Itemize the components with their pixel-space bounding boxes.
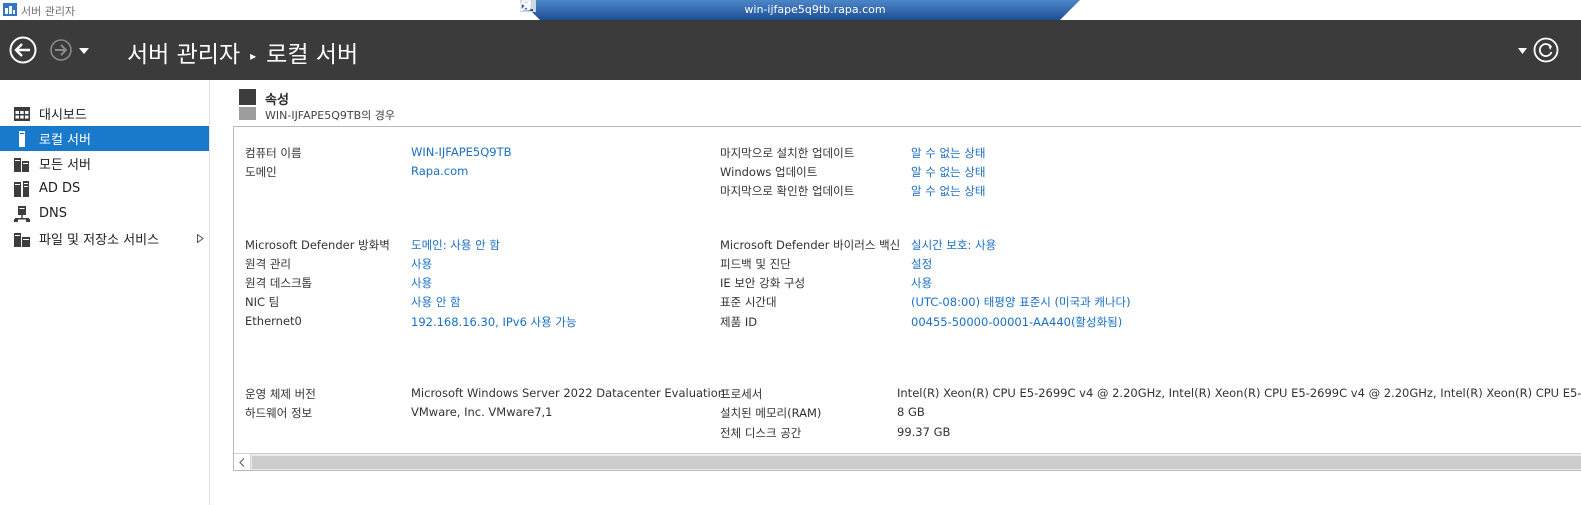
installed-memory-label: 설치된 메모리(RAM)	[720, 406, 822, 420]
installed-memory-value: 8 GB	[897, 405, 925, 419]
os-version-label: 운영 체제 버전	[245, 387, 316, 401]
os-version-value: Microsoft Windows Server 2022 Datacenter…	[411, 386, 726, 400]
back-arrow-icon[interactable]	[9, 36, 37, 64]
chevron-right-icon[interactable]	[197, 234, 204, 243]
sidebar-item-label: 로컬 서버	[39, 133, 91, 148]
firewall-label: Microsoft Defender 방화벽	[245, 238, 390, 252]
local-server-icon	[19, 130, 25, 147]
remote-host-name: win-ijfape5q9tb.rapa.com	[744, 3, 886, 16]
breadcrumb: 서버 관리자 ▸ 로컬 서버	[127, 35, 358, 69]
total-disk-value: 99.37 GB	[897, 425, 951, 439]
domain-label: 도메인	[245, 165, 277, 179]
sidebar-item-ad-ds[interactable]: AD DS	[0, 176, 209, 201]
remote-management-label: 원격 관리	[245, 257, 291, 271]
antivirus-link[interactable]: 실시간 보호: 사용	[911, 237, 996, 253]
scroll-left-button[interactable]	[234, 454, 251, 470]
breadcrumb-current: 로컬 서버	[266, 42, 359, 68]
computer-name-label: 컴퓨터 이름	[245, 146, 302, 160]
horizontal-scrollbar[interactable]	[234, 453, 1581, 470]
nic-team-link[interactable]: 사용 안 함	[411, 294, 461, 310]
sidebar-item-label: 모든 서버	[39, 158, 91, 173]
remote-desktop-link[interactable]: 사용	[411, 275, 432, 291]
last-installed-update-link[interactable]: 알 수 없는 상태	[911, 145, 985, 161]
firewall-link[interactable]: 도메인: 사용 안 함	[411, 237, 500, 253]
last-installed-update-label: 마지막으로 설치한 업데이트	[720, 146, 855, 160]
timezone-link[interactable]: (UTC-08:00) 태평양 표준시 (미국과 캐나다)	[911, 294, 1131, 310]
ie-esc-link[interactable]: 사용	[911, 275, 932, 291]
sidebar-item-label: 대시보드	[39, 108, 87, 123]
breadcrumb-separator-icon: ▸	[250, 48, 257, 63]
sidebar-item-label: 파일 및 저장소 서비스	[39, 233, 160, 248]
chevron-down-icon[interactable]	[79, 48, 89, 54]
nic-team-label: NIC 팀	[245, 295, 280, 309]
remote-desktop-label: 원격 데스크톱	[245, 276, 313, 290]
dashboard-icon	[14, 106, 30, 121]
section-subtitle: WIN-IJFAPE5Q9TB의 경우	[265, 109, 396, 122]
last-checked-update-link[interactable]: 알 수 없는 상태	[911, 183, 985, 199]
windows-update-label: Windows 업데이트	[720, 165, 818, 179]
ethernet-label: Ethernet0	[245, 314, 302, 328]
refresh-icon[interactable]	[1533, 37, 1559, 63]
antivirus-label: Microsoft Defender 바이러스 백신	[720, 238, 901, 252]
app-title: 서버 관리자	[21, 5, 76, 18]
domain-link[interactable]: Rapa.com	[411, 164, 468, 178]
sidebar-item-label: AD DS	[39, 181, 81, 196]
sidebar-item-dns[interactable]: DNS	[0, 201, 209, 226]
processor-value: Intel(R) Xeon(R) CPU E5-2699C v4 @ 2.20G…	[897, 386, 1581, 400]
server-manager-header: 서버 관리자 ▸ 로컬 서버	[0, 20, 1581, 80]
remote-management-link[interactable]: 사용	[411, 256, 432, 272]
ad-ds-icon	[14, 180, 29, 197]
last-checked-update-label: 마지막으로 확인한 업데이트	[720, 184, 855, 198]
properties-panel: 컴퓨터 이름 WIN-IJFAPE5Q9TB 도메인 Rapa.com 마지막으…	[233, 126, 1581, 471]
file-storage-icon	[14, 232, 30, 247]
properties-icon	[239, 89, 256, 120]
sidebar-item-all-servers[interactable]: 모든 서버	[0, 151, 209, 176]
product-id-label: 제품 ID	[720, 315, 758, 329]
sidebar-item-file-storage[interactable]: 파일 및 저장소 서비스	[0, 226, 209, 251]
close-icon[interactable]	[520, 0, 532, 12]
feedback-diagnostics-link[interactable]: 설정	[911, 256, 932, 272]
sidebar-item-label: DNS	[39, 206, 67, 221]
hardware-info-value: VMware, Inc. VMware7,1	[411, 405, 553, 419]
chevron-down-icon[interactable]	[1518, 48, 1527, 54]
server-manager-icon	[3, 3, 17, 16]
remote-desktop-connection-bar[interactable]: win-ijfape5q9tb.rapa.com	[520, 0, 1080, 20]
processor-label: 프로세서	[720, 387, 763, 401]
product-id-link[interactable]: 00455-50000-00001-AA440(활성화됨)	[911, 314, 1122, 330]
scrollbar-thumb[interactable]	[252, 456, 1581, 469]
ethernet-link[interactable]: 192.168.16.30, IPv6 사용 가능	[411, 314, 577, 330]
sidebar-item-local-server[interactable]: 로컬 서버	[0, 126, 209, 151]
windows-update-link[interactable]: 알 수 없는 상태	[911, 164, 985, 180]
computer-name-link[interactable]: WIN-IJFAPE5Q9TB	[411, 145, 512, 159]
hardware-info-label: 하드웨어 정보	[245, 406, 313, 420]
ie-esc-label: IE 보안 강화 구성	[720, 276, 806, 290]
sidebar: 대시보드 로컬 서버 모든 서버 AD DS DNS 파일 및 저장소 서비스	[0, 80, 210, 505]
dns-icon	[14, 205, 30, 222]
forward-arrow-icon[interactable]	[50, 39, 72, 61]
total-disk-label: 전체 디스크 공간	[720, 426, 802, 440]
section-title: 속성	[265, 93, 289, 108]
sidebar-item-dashboard[interactable]: 대시보드	[0, 101, 209, 126]
all-servers-icon	[14, 157, 29, 172]
breadcrumb-root[interactable]: 서버 관리자	[127, 42, 240, 68]
timezone-label: 표준 시간대	[720, 295, 777, 309]
feedback-diagnostics-label: 피드백 및 진단	[720, 257, 791, 271]
chevron-left-icon	[239, 458, 245, 467]
